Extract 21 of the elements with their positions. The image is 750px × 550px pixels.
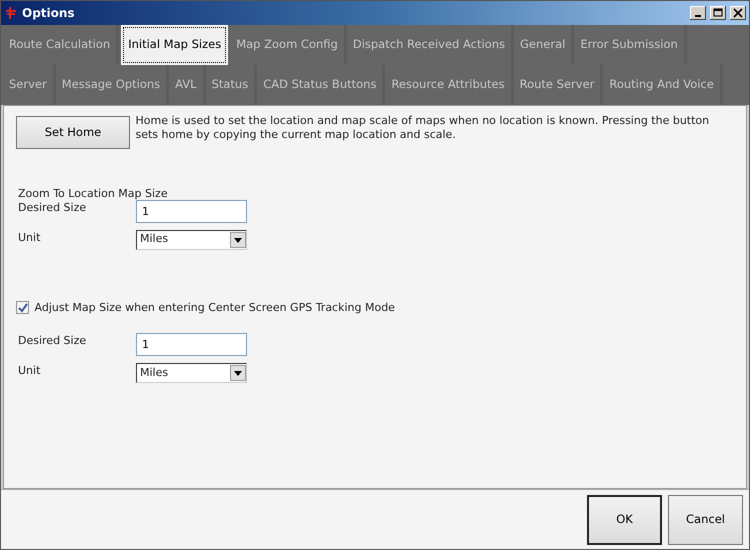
set-home-button[interactable]: Set Home bbox=[16, 116, 130, 149]
checkbox-label: Adjust Map Size when entering Center Screen GPS Tracking Mode bbox=[34, 300, 395, 316]
unit-dropdown[interactable]: Miles bbox=[136, 363, 247, 383]
window-title: Options bbox=[22, 5, 76, 22]
app-icon bbox=[4, 6, 18, 20]
maximize-button[interactable] bbox=[710, 6, 726, 20]
section-heading: Zoom To Location Map Size bbox=[18, 186, 169, 202]
description-text: Home is used to set the location and map scale of maps when no location is known. Pressing the button sets home by copying the current map location and scale. bbox=[136, 114, 710, 143]
desired-size-field[interactable]: 1 bbox=[136, 333, 247, 356]
field-label: Unit bbox=[17, 363, 42, 379]
field-label: Desired Size bbox=[17, 333, 88, 349]
close-button[interactable] bbox=[730, 6, 746, 20]
field-label: Desired Size bbox=[17, 200, 88, 216]
ok-button[interactable]: OK bbox=[587, 494, 662, 544]
tab[interactable]: Initial Map Sizes bbox=[121, 25, 228, 65]
unit-dropdown[interactable]: Miles bbox=[136, 230, 247, 250]
field-label: Unit bbox=[17, 230, 42, 246]
desired-size-field[interactable]: 1 bbox=[136, 200, 247, 222]
checkbox[interactable] bbox=[16, 301, 29, 314]
cancel-button[interactable]: Cancel bbox=[668, 494, 743, 544]
minimize-button[interactable] bbox=[690, 6, 706, 20]
